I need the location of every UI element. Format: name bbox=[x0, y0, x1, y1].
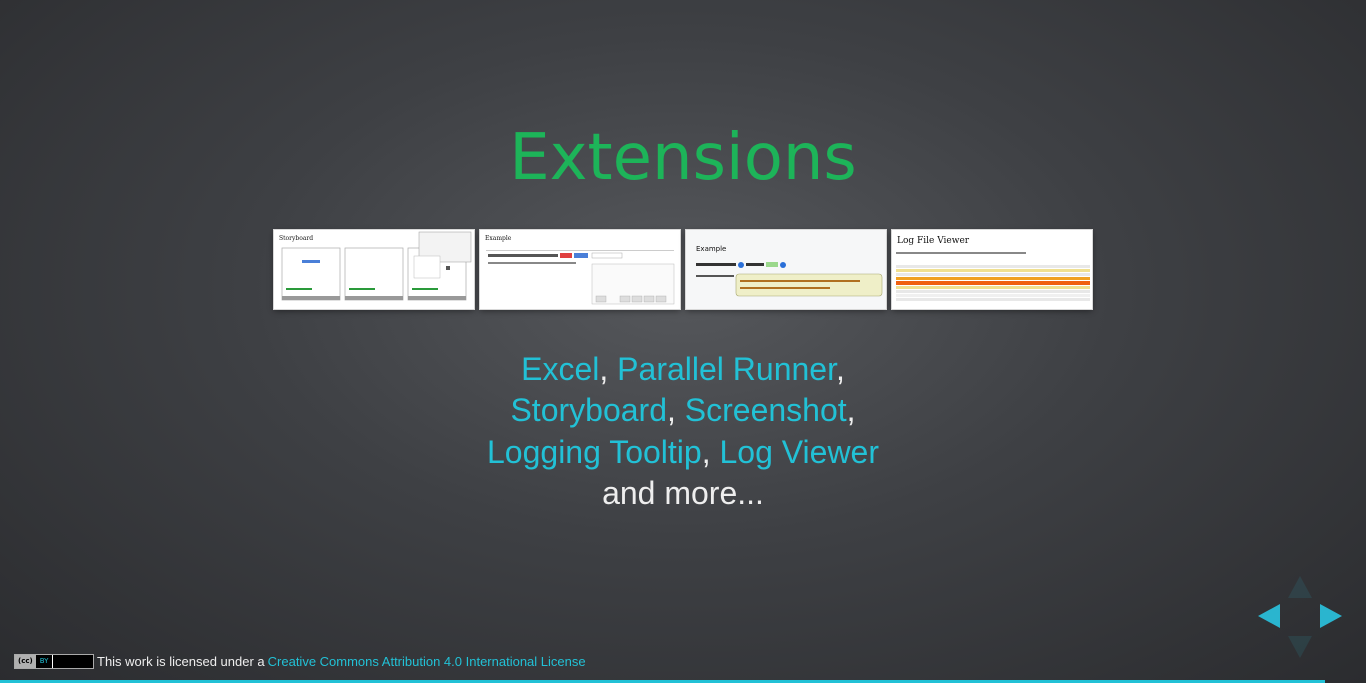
cc-badge-text: (cc) bbox=[15, 655, 36, 668]
by-badge-text: BY bbox=[39, 657, 49, 665]
and-more-text: and more... bbox=[602, 474, 764, 511]
screenshot-thumbnail[interactable]: Example bbox=[480, 230, 680, 309]
log-viewer-link[interactable]: Log Viewer bbox=[719, 434, 879, 470]
nav-left-icon[interactable] bbox=[1258, 604, 1280, 628]
thumbnail-label: Example bbox=[485, 235, 512, 242]
storyboard-link[interactable]: Storyboard bbox=[510, 392, 667, 428]
thumbnail-label: Storyboard bbox=[279, 235, 314, 242]
logging-tooltip-thumbnail[interactable]: Example bbox=[686, 230, 886, 309]
license-text: This work is licensed under a bbox=[97, 654, 265, 669]
license-footer: (cc) BY This work is licensed under a Cr… bbox=[14, 654, 586, 669]
slide: Extensions Storyboard Example Example Lo… bbox=[0, 0, 1366, 683]
thumbnail-strip: Storyboard Example Example Log File View… bbox=[274, 230, 1092, 309]
separator: , bbox=[599, 351, 609, 387]
separator: , bbox=[666, 392, 676, 429]
separator: , bbox=[701, 433, 711, 470]
badge-fill bbox=[52, 655, 93, 668]
extension-links: Excel, Parallel Runner, Storyboard, Scre… bbox=[0, 349, 1366, 514]
nav-up-icon[interactable] bbox=[1288, 576, 1312, 598]
cc-by-badge-icon[interactable]: (cc) BY bbox=[14, 654, 94, 669]
excel-link[interactable]: Excel bbox=[521, 351, 599, 387]
parallel-runner-link[interactable]: Parallel Runner bbox=[617, 351, 836, 387]
storyboard-thumbnail[interactable]: Storyboard bbox=[274, 230, 474, 309]
links-line-3: Logging Tooltip, Log Viewer bbox=[0, 432, 1366, 473]
license-link[interactable]: Creative Commons Attribution 4.0 Interna… bbox=[268, 654, 586, 669]
separator: , bbox=[846, 392, 856, 429]
thumbnail-label: Log File Viewer bbox=[897, 236, 970, 246]
thumbnail-label: Example bbox=[696, 245, 727, 253]
slide-title: Extensions bbox=[509, 121, 857, 195]
logging-tooltip-link[interactable]: Logging Tooltip bbox=[487, 434, 702, 470]
nav-right-icon[interactable] bbox=[1320, 604, 1342, 628]
links-line-2: Storyboard, Screenshot, bbox=[0, 390, 1366, 431]
screenshot-link[interactable]: Screenshot bbox=[685, 392, 847, 428]
slide-navigation-controls bbox=[1254, 576, 1344, 658]
separator: , bbox=[835, 351, 845, 387]
nav-down-icon[interactable] bbox=[1288, 636, 1312, 658]
links-line-1: Excel, Parallel Runner, bbox=[0, 349, 1366, 390]
log-viewer-thumbnail[interactable]: Log File Viewer bbox=[892, 230, 1092, 309]
logging-tooltip-thumbnail-image bbox=[686, 230, 886, 309]
